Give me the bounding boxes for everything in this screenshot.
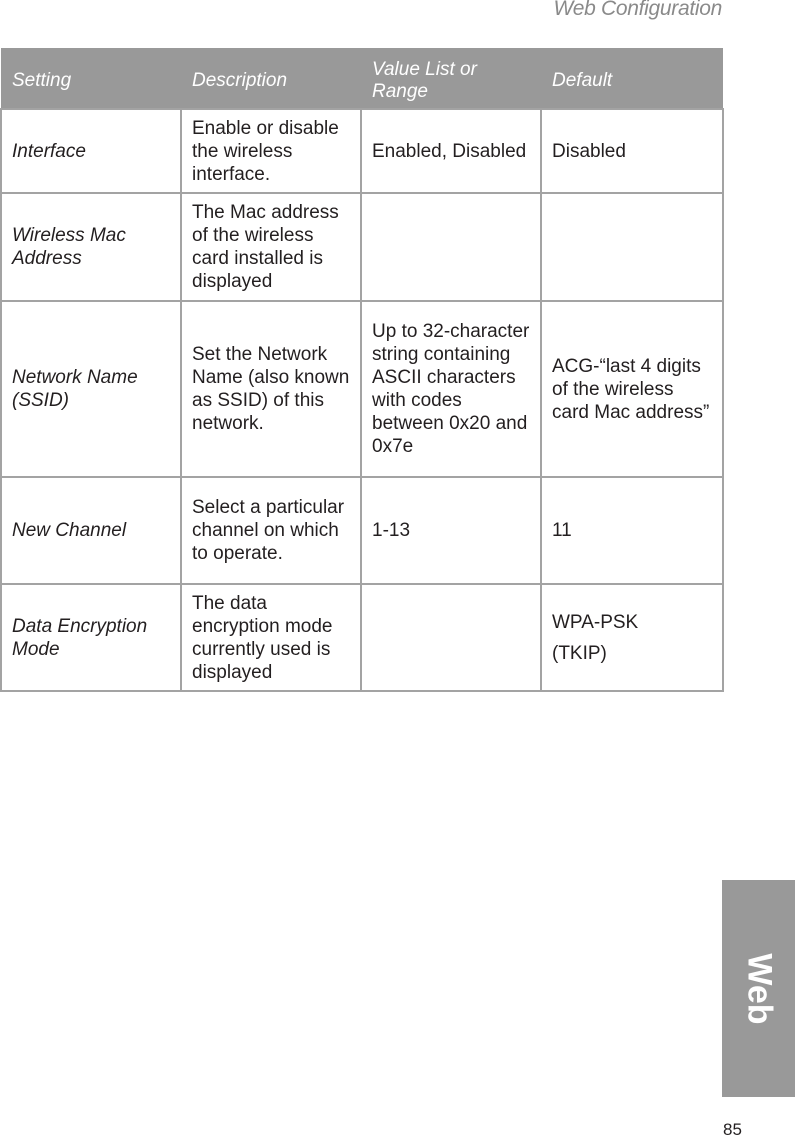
description-cell: The data encryption mode currently used …	[180, 583, 362, 692]
table-row: Interface Enable or disable the wireless…	[0, 108, 724, 194]
page-header-title: Web Configuration	[553, 0, 723, 20]
column-header-value-range: Value List or Range	[361, 48, 541, 109]
description-cell: Enable or disable the wireless interface…	[180, 108, 362, 194]
default-cell: Disabled	[540, 108, 724, 194]
description-cell: Set the Network Name (also known as SSID…	[180, 300, 362, 478]
section-side-tab: Web	[722, 880, 795, 1097]
default-value: (TKIP)	[552, 642, 607, 664]
description-cell: The Mac address of the wireless card ins…	[180, 192, 362, 302]
value-range-cell: Up to 32-character string containing ASC…	[360, 300, 542, 478]
column-header-description: Description	[181, 48, 361, 109]
default-value: 11	[552, 520, 572, 541]
setting-cell: Interface	[0, 108, 182, 194]
setting-cell: Network Name (SSID)	[0, 300, 182, 478]
side-tab-label: Web	[740, 952, 778, 1025]
table-header-row: Setting Description Value List or Range …	[1, 48, 723, 109]
value-range-cell	[360, 192, 542, 302]
setting-cell: Data Encryption Mode	[0, 583, 182, 692]
column-header-setting: Setting	[1, 48, 181, 109]
page-number: 85	[723, 1120, 742, 1139]
setting-cell: Wireless Mac Address	[0, 192, 182, 302]
description-cell: Select a particular channel on which to …	[180, 476, 362, 585]
table-row: Data Encryption Mode The data encryption…	[0, 583, 724, 692]
table-row: Network Name (SSID) Set the Network Name…	[0, 300, 724, 478]
value-range-cell	[360, 583, 542, 692]
settings-table: Setting Description Value List or Range …	[0, 48, 724, 692]
default-cell	[540, 192, 724, 302]
setting-cell: New Channel	[0, 476, 182, 585]
table-row: Wireless Mac Address The Mac address of …	[0, 192, 724, 302]
value-range-cell: 1-13	[360, 476, 542, 585]
column-header-default: Default	[541, 48, 723, 109]
default-value: ACG-“last 4 digits of the wireless card …	[552, 355, 710, 423]
default-cell: WPA-PSK (TKIP)	[540, 583, 724, 692]
value-range-cell: Enabled, Disabled	[360, 108, 542, 194]
default-cell: 11	[540, 476, 724, 585]
default-value: WPA-PSK	[552, 611, 639, 633]
default-cell: ACG-“last 4 digits of the wireless card …	[540, 300, 724, 478]
table-row: New Channel Select a particular channel …	[0, 476, 724, 585]
default-value: Disabled	[552, 140, 626, 162]
